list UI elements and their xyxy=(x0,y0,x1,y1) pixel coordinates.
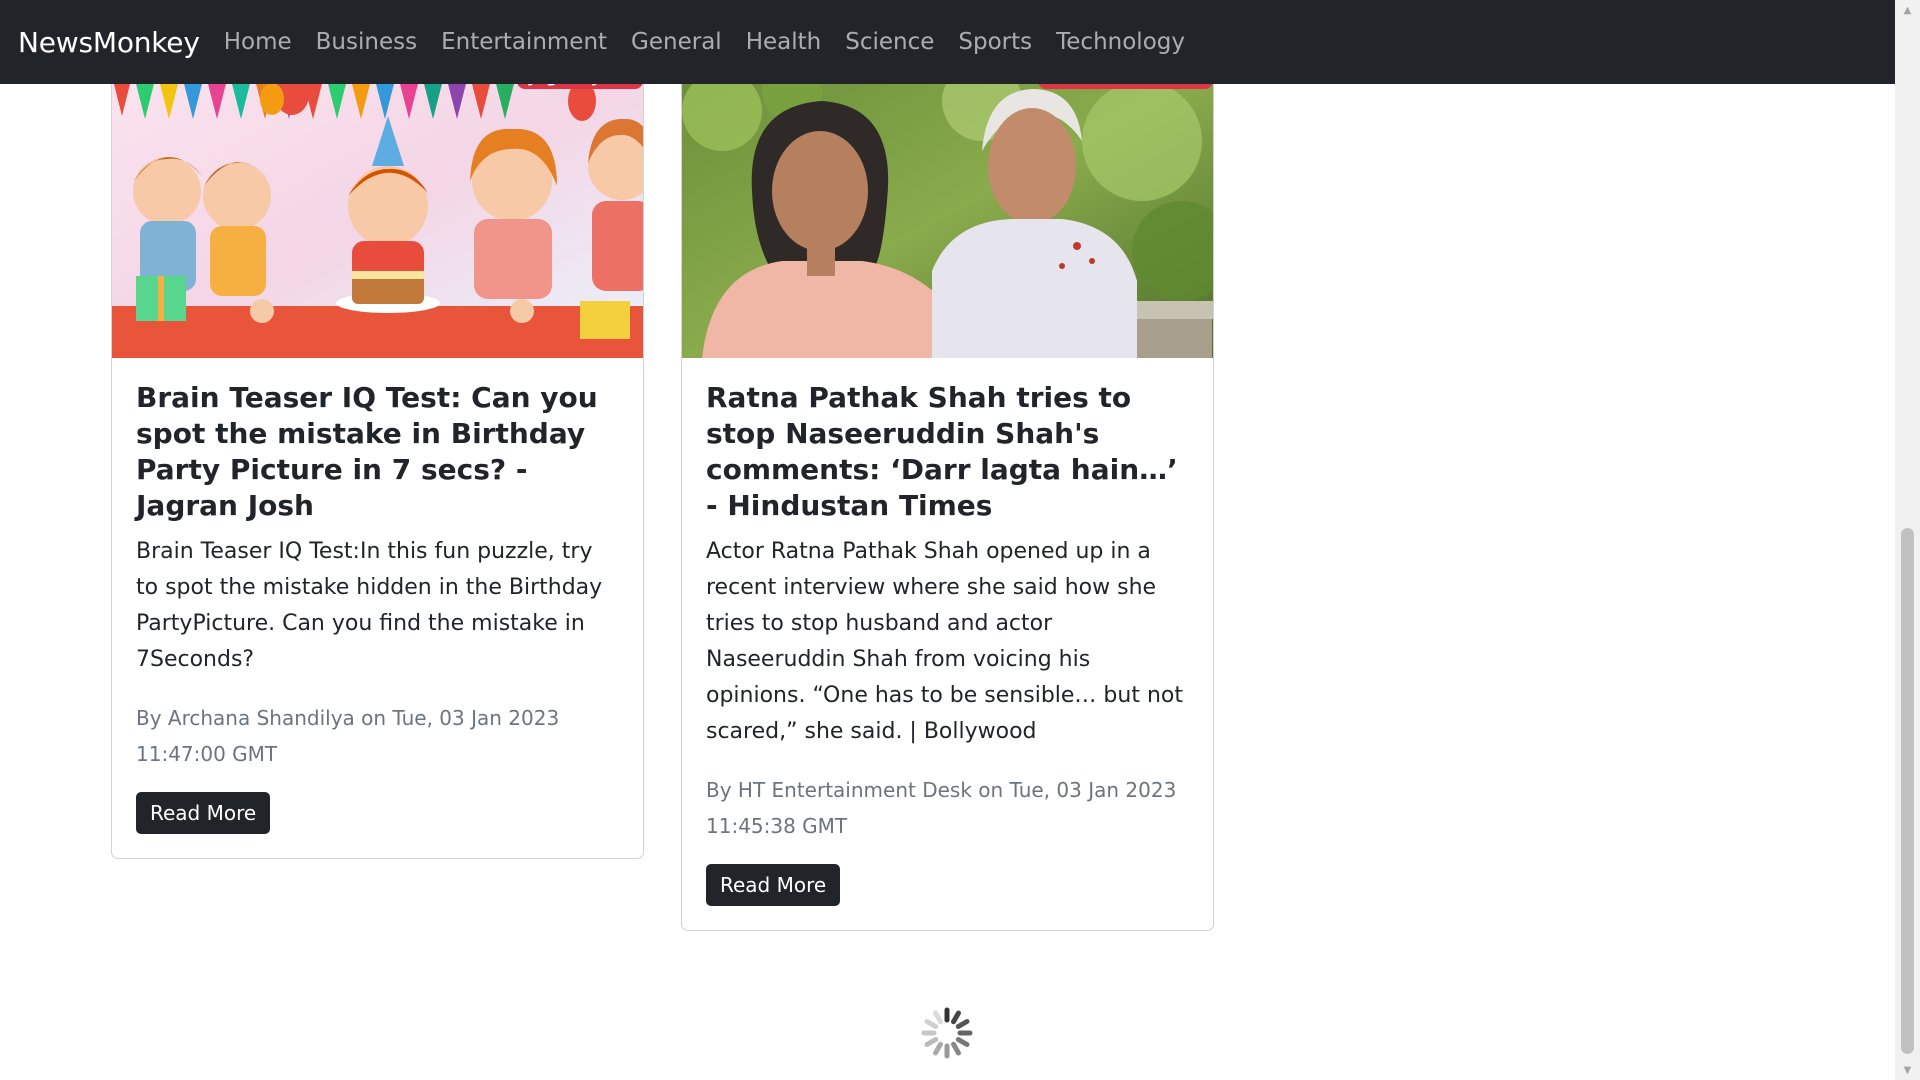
scroll-thumb[interactable] xyxy=(1901,528,1914,1054)
article-meta: By Archana Shandilya on Tue, 03 Jan 2023… xyxy=(136,706,560,766)
nav-link-entertainment[interactable]: Entertainment xyxy=(441,29,607,55)
news-card-image: Jagran Josh xyxy=(112,71,643,358)
read-more-button[interactable]: Read More xyxy=(706,864,841,906)
nav-link-health[interactable]: Health xyxy=(746,29,822,55)
couple-photo xyxy=(682,71,1213,358)
birthday-party-illustration xyxy=(112,71,643,358)
article-description: Actor Ratna Pathak Shah opened up in a r… xyxy=(706,539,1183,744)
news-card-body: Ratna Pathak Shah tries to stop Naseerud… xyxy=(682,358,1213,930)
read-more-button[interactable]: Read More xyxy=(136,792,271,834)
loading-spinner-icon xyxy=(921,1007,973,1059)
article-title: Ratna Pathak Shah tries to stop Naseerud… xyxy=(706,381,1178,522)
news-card: Jagran Josh xyxy=(111,70,644,859)
nav-link-sports[interactable]: Sports xyxy=(958,29,1032,55)
vertical-scrollbar[interactable]: ▲ ▼ xyxy=(1895,0,1920,1080)
article-title: Brain Teaser IQ Test: Can you spot the m… xyxy=(136,381,598,522)
news-card: Hindustan Times xyxy=(681,70,1214,931)
nav-link-technology[interactable]: Technology xyxy=(1056,29,1185,55)
navbar: NewsMonkey Home Business Entertainment G… xyxy=(0,0,1895,84)
page: NewsMonkey Home Business Entertainment G… xyxy=(0,0,1920,1080)
article-meta: By HT Entertainment Desk on Tue, 03 Jan … xyxy=(706,778,1177,838)
nav-link-business[interactable]: Business xyxy=(316,29,417,55)
brand-link[interactable]: NewsMonkey xyxy=(18,26,200,59)
nav-link-science[interactable]: Science xyxy=(845,29,934,55)
scroll-up-arrow-icon[interactable]: ▲ xyxy=(1895,0,1920,20)
article-description: Brain Teaser IQ Test:In this fun puzzle,… xyxy=(136,539,603,672)
scroll-down-arrow-icon[interactable]: ▼ xyxy=(1895,1060,1920,1080)
nav-link-home[interactable]: Home xyxy=(224,29,292,55)
news-card-image: Hindustan Times xyxy=(682,71,1213,358)
nav-link-general[interactable]: General xyxy=(631,29,722,55)
news-card-body: Brain Teaser IQ Test: Can you spot the m… xyxy=(112,358,643,858)
